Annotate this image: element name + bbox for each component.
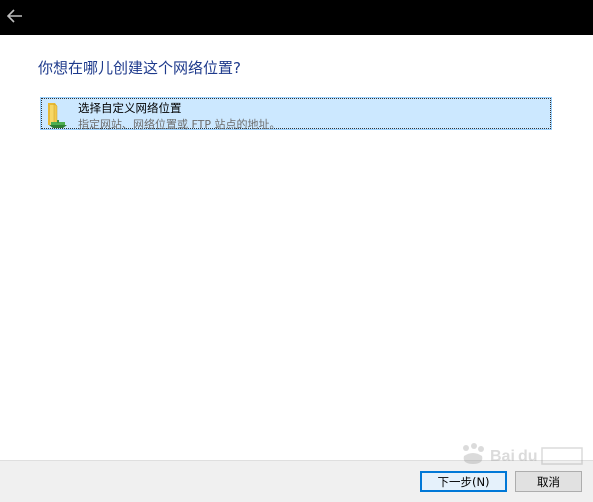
arrow-left-icon bbox=[7, 9, 22, 23]
cancel-button[interactable]: 取消 bbox=[515, 471, 582, 492]
svg-text:Bai: Bai bbox=[490, 448, 515, 465]
option-description: 指定网站、网络位置或 FTP 站点的地址。 bbox=[78, 118, 281, 131]
option-title: 选择自定义网络位置 bbox=[78, 101, 182, 115]
option-custom-network-location[interactable]: 选择自定义网络位置 指定网站、网络位置或 FTP 站点的地址。 bbox=[40, 97, 552, 131]
network-folder-icon bbox=[48, 103, 67, 128]
baidu-jingyan-watermark: Bai du bbox=[463, 443, 583, 465]
svg-text:du: du bbox=[518, 448, 538, 465]
next-button[interactable]: 下一步(N) bbox=[420, 471, 507, 492]
add-network-location-wizard: 你想在哪儿创建这个网络位置? 选择自定义网络位置 指定网站、网络位置或 FTP … bbox=[0, 0, 593, 502]
title-bar bbox=[0, 0, 593, 35]
back-button[interactable] bbox=[4, 5, 26, 27]
page-heading: 你想在哪儿创建这个网络位置? bbox=[38, 59, 241, 77]
